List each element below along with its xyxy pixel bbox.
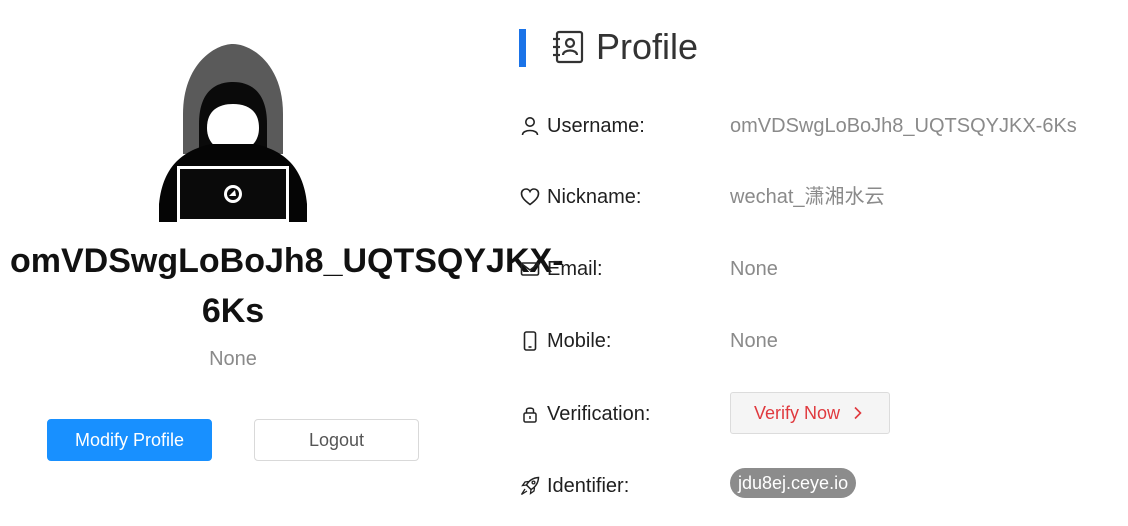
- field-row-nickname: Nickname: wechat_潇湘水云: [520, 177, 1120, 217]
- field-row-identifier: Identifier: jdu8ej.ceye.io: [520, 466, 1120, 506]
- profile-panel: Profile Username: omVDSwgLoBoJh8_UQTSQYJ…: [500, 0, 1128, 526]
- profile-subtitle: None: [209, 348, 257, 370]
- hacker-avatar-icon: [159, 44, 307, 222]
- mobile-value: None: [730, 330, 778, 352]
- field-label: Mobile:: [547, 330, 612, 352]
- field-row-username: Username: omVDSwgLoBoJh8_UQTSQYJKX-6Ks: [520, 106, 1120, 146]
- display-name-line-2: 6Ks: [201, 292, 265, 330]
- mobile-icon: [523, 331, 537, 351]
- display-name: omVDSwgLoBoJh8_UQTSQYJKX- 6Ks: [0, 236, 564, 336]
- heart-icon: [520, 188, 540, 206]
- lock-icon: [523, 407, 537, 423]
- verify-now-label: Verify Now: [754, 403, 841, 423]
- username-value: omVDSwgLoBoJh8_UQTSQYJKX-6Ks: [730, 115, 1077, 137]
- page-title: Profile: [596, 26, 699, 67]
- modify-profile-button[interactable]: Modify Profile: [47, 419, 212, 461]
- logout-button[interactable]: Logout: [254, 419, 419, 461]
- field-label: Username:: [547, 115, 645, 137]
- verify-now-button[interactable]: Verify Now: [730, 392, 890, 434]
- identifier-badge: jdu8ej.ceye.io: [730, 468, 857, 498]
- field-label: Verification:: [547, 403, 651, 425]
- field-row-email: Email: None: [520, 249, 1120, 289]
- field-row-verification: Verification: Verify Now: [520, 392, 1120, 434]
- title-accent-bar: [519, 29, 526, 67]
- field-label: Identifier:: [547, 475, 630, 497]
- field-row-mobile: Mobile: None: [520, 321, 1120, 361]
- field-label: Email:: [547, 258, 603, 280]
- rocket-icon: [520, 476, 540, 496]
- field-label: Nickname:: [547, 186, 642, 208]
- mail-icon: [520, 262, 540, 276]
- chevron-right-icon: [854, 406, 862, 420]
- user-icon: [521, 117, 539, 136]
- nickname-value: wechat_潇湘水云: [730, 186, 885, 208]
- profile-card: omVDSwgLoBoJh8_UQTSQYJKX- 6Ks None Modif…: [0, 0, 564, 526]
- contact-book-icon: [553, 30, 584, 64]
- email-value: None: [730, 258, 778, 280]
